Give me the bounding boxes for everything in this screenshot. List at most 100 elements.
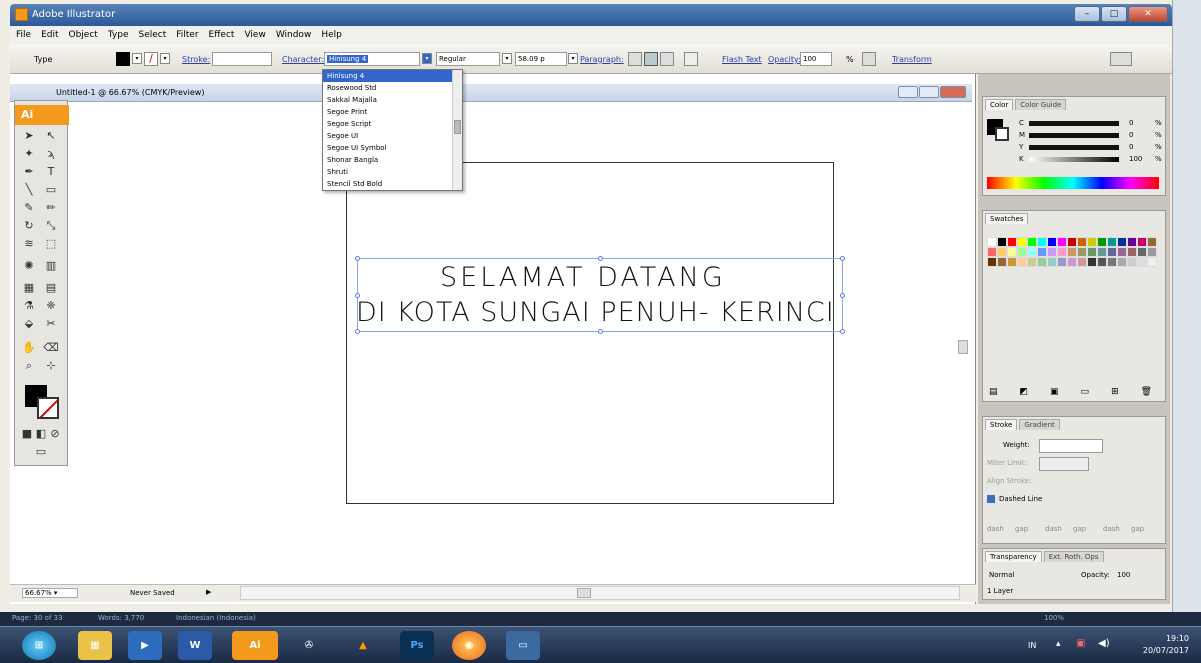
swatch-chip[interactable] [1087,237,1097,247]
new-color-group-icon[interactable]: ▭ [1081,387,1090,397]
flash-text-link[interactable]: Flash Text [722,55,762,64]
swatch-chip[interactable] [1017,257,1027,267]
doc-minimize-button[interactable] [898,86,918,98]
live-paint-tool-icon[interactable]: ⬙ [21,317,37,331]
opacity-link[interactable]: Opacity: [768,55,801,64]
swatch-chip[interactable] [1027,237,1037,247]
handle-middle-right[interactable] [840,293,845,298]
eraser-tool-icon[interactable]: ⌫ [43,341,59,355]
window-taskbar-icon[interactable]: ▭ [506,631,540,660]
none-mode-icon[interactable]: ⊘ [47,427,63,441]
selection-tool-icon[interactable]: ➤ [21,129,37,143]
swatch-chip[interactable] [987,247,997,257]
eyedropper-tool-icon[interactable]: ⚗ [21,299,37,313]
swatch-chip[interactable] [1027,257,1037,267]
swatch-chip[interactable] [997,237,1007,247]
blend-tool-icon[interactable]: ❈ [43,299,59,313]
disc-tool-taskbar-icon[interactable]: ✇ [292,631,326,660]
swatch-chip[interactable] [1107,257,1117,267]
swatch-chip[interactable] [997,257,1007,267]
handle-bottom-right[interactable] [840,329,845,334]
language-indicator[interactable]: IN [1028,641,1036,650]
swatch-chip[interactable] [1027,247,1037,257]
horizontal-scrollbar[interactable] [240,586,960,600]
swatch-chip[interactable] [1087,257,1097,267]
font-option[interactable]: Hinisung 4 [323,70,462,82]
font-option[interactable]: Shruti [323,166,462,178]
dropdown-scrollbar[interactable] [452,70,462,190]
font-family-field[interactable]: Hinisung 4 [324,52,420,66]
pencil-tool-icon[interactable]: ✏ [43,201,59,215]
doc-close-button[interactable] [940,86,966,98]
swatch-chip[interactable] [1047,247,1057,257]
handle-top-left[interactable] [355,256,360,261]
font-size-dropdown[interactable]: ▾ [568,53,578,64]
align-center-icon[interactable] [644,52,658,66]
recolor-artwork-icon[interactable] [862,52,876,66]
stroke-color-box[interactable] [37,397,59,419]
menu-filter[interactable]: Filter [176,30,198,40]
swatch-chip[interactable] [1037,257,1047,267]
swatch-chip[interactable] [1117,237,1127,247]
channel-c-value[interactable]: 0 [1129,119,1133,127]
measure-tool-icon[interactable]: ⊹ [43,359,59,373]
swatch-chip[interactable] [1097,257,1107,267]
stroke-tab[interactable]: Stroke [985,419,1018,430]
ext-tab[interactable]: Ext. Roth. Ops [1043,551,1104,562]
swatch-chip[interactable] [1097,247,1107,257]
color-spectrum[interactable] [987,177,1159,189]
menu-type[interactable]: Type [108,30,129,40]
volume-icon[interactable]: ◀) [1098,638,1110,649]
character-link[interactable]: Character: [282,55,324,64]
vertical-scroll-thumb[interactable] [958,340,968,354]
text-line-2[interactable]: DI KOTA SUNGAI PENUH- KERINCI [356,297,835,328]
slice-tool-icon[interactable]: ✂ [43,317,59,331]
font-option[interactable]: Segoe UI [323,130,462,142]
rotate-tool-icon[interactable]: ↻ [21,219,37,233]
swatch-chip[interactable] [1137,237,1147,247]
swatch-chip[interactable] [1137,247,1147,257]
stroke-weight-field[interactable] [212,52,272,66]
free-transform-tool-icon[interactable]: ⬚ [43,237,59,251]
swatch-chip[interactable] [997,247,1007,257]
menu-window[interactable]: Window [276,30,312,40]
swatch-chip[interactable] [1147,257,1157,267]
document-title[interactable]: Untitled-1 @ 66.67% (CMYK/Preview) [56,88,204,97]
media-player-taskbar-icon[interactable]: ▶ [128,631,162,660]
swatch-kind-icon[interactable]: ◩ [1020,387,1029,397]
paintbrush-tool-icon[interactable]: ✎ [21,201,37,215]
dashed-line-checkbox[interactable] [987,495,995,503]
font-option[interactable]: Segoe UI Symbol [323,142,462,154]
magic-wand-tool-icon[interactable]: ✦ [21,147,37,161]
swatch-chip[interactable] [1067,247,1077,257]
swatch-chip[interactable] [1007,237,1017,247]
opacity-field[interactable]: 100 [800,52,832,66]
direct-selection-tool-icon[interactable]: ↖ [43,129,59,143]
mesh-tool-icon[interactable]: ▦ [21,281,37,295]
artboard[interactable] [346,162,834,504]
swatch-chip[interactable] [1057,237,1067,247]
word-taskbar-icon[interactable]: W [178,631,212,660]
swatch-options-icon[interactable]: ▣ [1050,387,1059,397]
font-style-field[interactable]: Regular [436,52,500,66]
miter-field[interactable] [1039,457,1089,471]
swatch-chip[interactable] [1127,247,1137,257]
swatch-library-icon[interactable]: ▤ [989,387,998,397]
text-frame-icon[interactable] [684,52,698,66]
scale-tool-icon[interactable]: ⤡ [43,219,59,233]
swatch-chip[interactable] [1037,247,1047,257]
menu-help[interactable]: Help [321,30,342,40]
tray-arrow-icon[interactable]: ▴ [1056,639,1061,649]
vlc-taskbar-icon[interactable]: ▲ [346,631,380,660]
swatch-chip[interactable] [1067,237,1077,247]
color-tab[interactable]: Color [985,99,1014,110]
handle-bottom-left[interactable] [355,329,360,334]
color-stroke-box[interactable] [995,127,1009,141]
screen-mode-icon[interactable]: ▭ [33,445,49,459]
transparency-tab[interactable]: Transparency [985,551,1042,562]
swatch-chip[interactable] [1067,257,1077,267]
weight-field[interactable] [1039,439,1103,453]
swatch-chip[interactable] [1087,247,1097,257]
swatch-chip[interactable] [1077,247,1087,257]
swatch-chip[interactable] [1127,257,1137,267]
